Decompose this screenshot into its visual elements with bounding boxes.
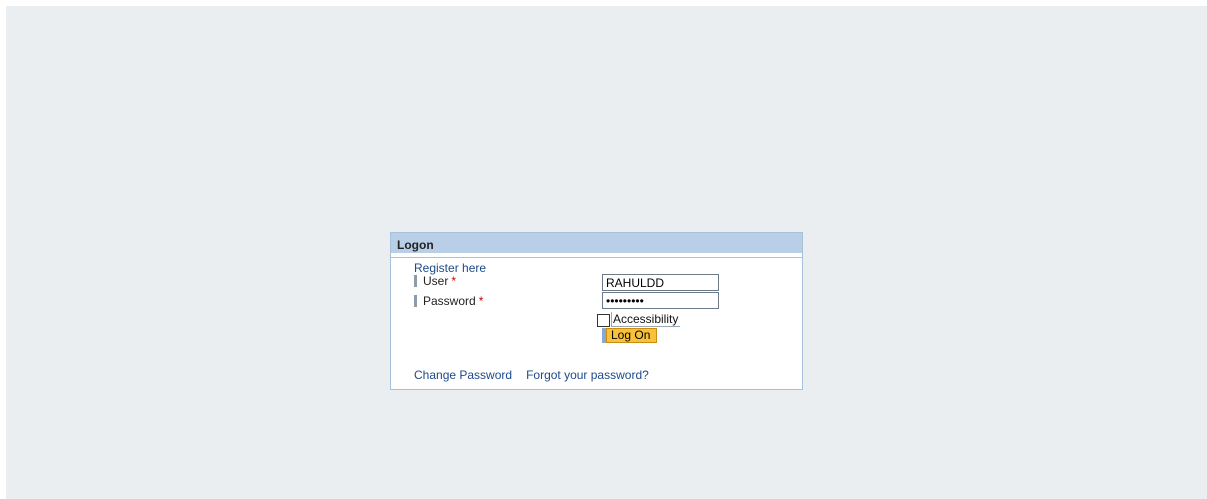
accessibility-checkbox[interactable] (597, 314, 610, 327)
user-input[interactable] (602, 274, 719, 291)
password-label-row: Password * (414, 294, 483, 308)
password-input[interactable] (602, 292, 719, 309)
user-label-row: User * (414, 274, 456, 288)
forgot-password-link[interactable]: Forgot your password? (526, 368, 649, 382)
accessibility-label[interactable]: Accessibility (611, 312, 681, 327)
bottom-links: Change Password Forgot your password? (414, 368, 649, 382)
password-label: Password (423, 294, 476, 308)
required-marker: * (478, 294, 484, 308)
log-on-button[interactable]: Log On (602, 328, 658, 343)
logon-panel: Logon Register here User * Password * Ac… (390, 232, 803, 390)
field-marker-icon (414, 295, 417, 307)
accessibility-row: Accessibility (597, 312, 681, 327)
user-label: User (423, 274, 449, 288)
logon-title: Logon (391, 233, 802, 255)
field-marker-icon (414, 275, 417, 287)
register-link[interactable]: Register here (414, 261, 486, 275)
log-on-button-label[interactable]: Log On (606, 328, 658, 343)
required-marker: * (451, 274, 457, 288)
change-password-link[interactable]: Change Password (414, 368, 512, 382)
page-background: Logon Register here User * Password * Ac… (6, 6, 1207, 499)
logon-form: Register here User * Password * Accessib… (391, 257, 802, 389)
